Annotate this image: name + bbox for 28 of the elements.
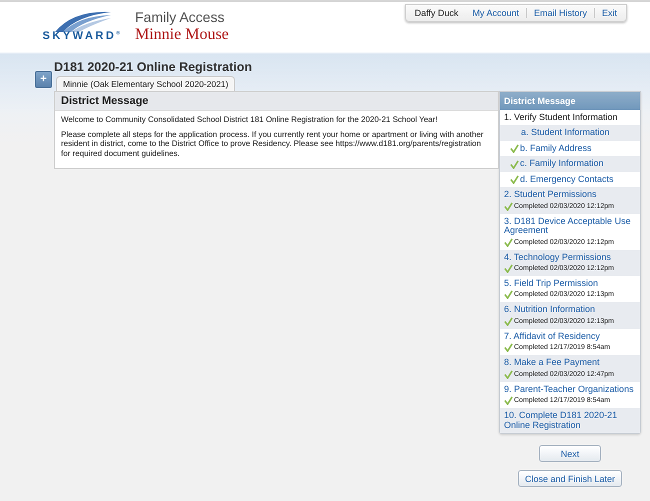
product-name: Family Access (135, 9, 226, 25)
logo-text: SKYWARD$^{®}$ (42, 30, 122, 42)
next-button[interactable]: Next (539, 445, 601, 462)
step-link[interactable]: 2. Student Permissions (504, 190, 636, 200)
close-button[interactable]: Close and Finish Later (518, 470, 622, 487)
step-heading: 1. Verify Student Information (504, 113, 618, 122)
logo-swoosh-icon (52, 10, 112, 32)
step-link[interactable]: 4. Technology Permissions (504, 252, 636, 262)
nav-link[interactable]: Email History (526, 8, 594, 18)
step-link[interactable]: 7. Affidavit of Residency (504, 332, 636, 342)
message-text: Welcome to Community Consolidated School District 181 Online Registration for the 2020-21 School Year! (61, 115, 438, 124)
step-link[interactable]: 6. Nutrition Information (504, 305, 636, 315)
expand-button[interactable]: + (35, 71, 52, 88)
message-text: Please complete all steps for the application process. If you currently rent your home or apartment or living with another resident in district, come to the District Office to prove Residency. Please see https://www.d181.org/parents/registration for required document guidelines. (61, 130, 484, 158)
step-link[interactable]: 3. D181 Device Acceptable Use Agreement (504, 216, 636, 236)
step-link[interactable]: 8. Make a Fee Payment (504, 358, 636, 368)
panel-title: District Message (55, 92, 498, 111)
step-link[interactable]: d. Emergency Contacts (520, 174, 614, 184)
student-name: Minnie Mouse (135, 26, 229, 44)
user-name: Daffy Duck (414, 8, 460, 18)
nav-link[interactable]: My Account (465, 8, 526, 18)
step-link[interactable]: 5. Field Trip Permission (504, 278, 636, 288)
step-link[interactable]: 9. Parent-Teacher Organizations (504, 384, 636, 394)
student-tab[interactable]: Minnie (Oak Elementary School 2020-2021) (56, 76, 236, 91)
page-title: D181 2020-21 Online Registration (54, 60, 253, 75)
step-link[interactable]: b. Family Address (520, 144, 592, 154)
panel-title: District Message (500, 92, 640, 110)
nav-link[interactable]: Exit (594, 8, 624, 18)
